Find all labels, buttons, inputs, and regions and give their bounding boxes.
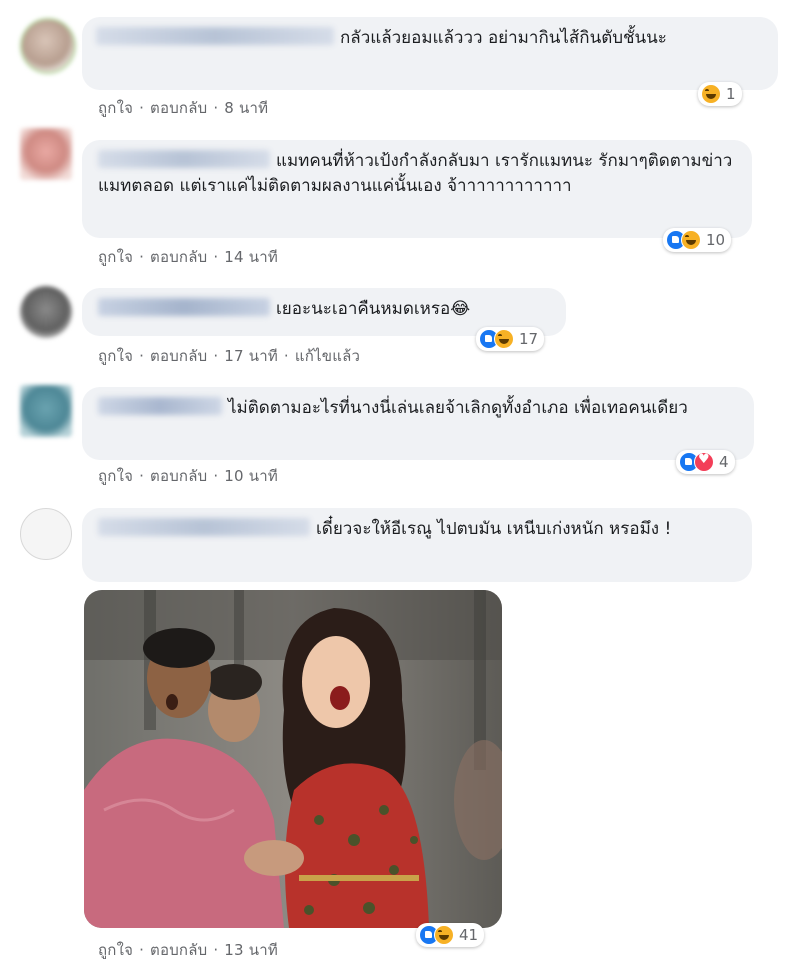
avatar[interactable]: [20, 508, 72, 560]
photo-image: [84, 590, 502, 928]
reaction-count: 41: [459, 926, 479, 944]
comment-photo[interactable]: [84, 590, 502, 928]
haha-icon: [494, 329, 514, 349]
comment-time[interactable]: 14 นาที: [224, 248, 278, 266]
separator: ·: [213, 347, 219, 365]
comment-actions: ถูกใจ · ตอบกลับ · 8 นาที: [98, 96, 268, 120]
commenter-name[interactable]: [98, 150, 270, 168]
reaction-summary[interactable]: 10: [663, 228, 732, 252]
separator: ·: [283, 347, 289, 365]
avatar[interactable]: [20, 128, 72, 180]
reaction-summary[interactable]: 17: [476, 327, 545, 351]
reaction-count: 10: [706, 231, 726, 249]
like-action[interactable]: ถูกใจ: [98, 248, 133, 266]
reaction-count: 17: [519, 330, 539, 348]
comment-text: ไม่ติดตามอะไรที่นางนี่เล่นเลยจ้าเลิกดูทั…: [228, 398, 688, 418]
comment-time[interactable]: 17 นาที: [224, 347, 278, 365]
comment-bubble: แมทคนที่ห้าวเป้งกำลังกลับมา เรารักแมทนะ …: [82, 140, 752, 238]
comment-bubble: เดี๋ยวจะให้อีเรณู ไปตบมัน เหนีบเก่งหนัก …: [82, 508, 752, 582]
commenter-name[interactable]: [98, 298, 270, 316]
separator: ·: [139, 248, 145, 266]
comment-actions: ถูกใจ · ตอบกลับ · 17 นาที · แก้ไขแล้ว: [98, 344, 360, 368]
comment-actions: ถูกใจ · ตอบกลับ · 13 นาที: [98, 938, 278, 962]
separator: ·: [213, 99, 219, 117]
avatar[interactable]: [20, 18, 76, 74]
haha-icon: [701, 84, 721, 104]
commenter-name[interactable]: [98, 518, 310, 536]
separator: ·: [213, 248, 219, 266]
reply-action[interactable]: ตอบกลับ: [150, 248, 207, 266]
haha-icon: [681, 230, 701, 250]
comment-actions: ถูกใจ · ตอบกลับ · 14 นาที: [98, 245, 278, 269]
commenter-name[interactable]: [98, 397, 222, 415]
edited-label[interactable]: แก้ไขแล้ว: [295, 347, 360, 365]
comment-time[interactable]: 8 นาที: [224, 99, 268, 117]
comment-actions: ถูกใจ · ตอบกลับ · 10 นาที: [98, 464, 278, 488]
haha-icon: [434, 925, 454, 945]
love-icon: [694, 452, 714, 472]
reaction-count: 4: [719, 453, 729, 471]
comment-text: กลัวแล้วยอมแล้ววว อย่ามากินไส้กินตับชั้น…: [340, 28, 667, 48]
comment-time[interactable]: 13 นาที: [224, 941, 278, 959]
comment-bubble: กลัวแล้วยอมแล้ววว อย่ามากินไส้กินตับชั้น…: [82, 17, 778, 90]
reply-action[interactable]: ตอบกลับ: [150, 347, 207, 365]
commenter-name[interactable]: [96, 27, 334, 45]
reply-action[interactable]: ตอบกลับ: [150, 99, 207, 117]
reaction-summary[interactable]: 4: [676, 450, 735, 474]
reaction-summary[interactable]: 1: [698, 82, 742, 106]
comment-text: เดี๋ยวจะให้อีเรณู ไปตบมัน เหนีบเก่งหนัก …: [316, 519, 672, 539]
comment-time[interactable]: 10 นาที: [224, 467, 278, 485]
like-action[interactable]: ถูกใจ: [98, 467, 133, 485]
like-action[interactable]: ถูกใจ: [98, 347, 133, 365]
reply-action[interactable]: ตอบกลับ: [150, 941, 207, 959]
reply-action[interactable]: ตอบกลับ: [150, 467, 207, 485]
separator: ·: [213, 941, 219, 959]
separator: ·: [139, 467, 145, 485]
separator: ·: [139, 99, 145, 117]
avatar[interactable]: [20, 385, 72, 437]
reaction-count: 1: [726, 85, 736, 103]
comment-text: เยอะนะเอาคืนหมดเหรอ😂: [276, 299, 471, 319]
separator: ·: [139, 941, 145, 959]
like-action[interactable]: ถูกใจ: [98, 99, 133, 117]
avatar[interactable]: [20, 286, 72, 338]
separator: ·: [139, 347, 145, 365]
comment-bubble: ไม่ติดตามอะไรที่นางนี่เล่นเลยจ้าเลิกดูทั…: [82, 387, 754, 460]
reaction-summary[interactable]: 41: [416, 923, 485, 947]
like-action[interactable]: ถูกใจ: [98, 941, 133, 959]
separator: ·: [213, 467, 219, 485]
